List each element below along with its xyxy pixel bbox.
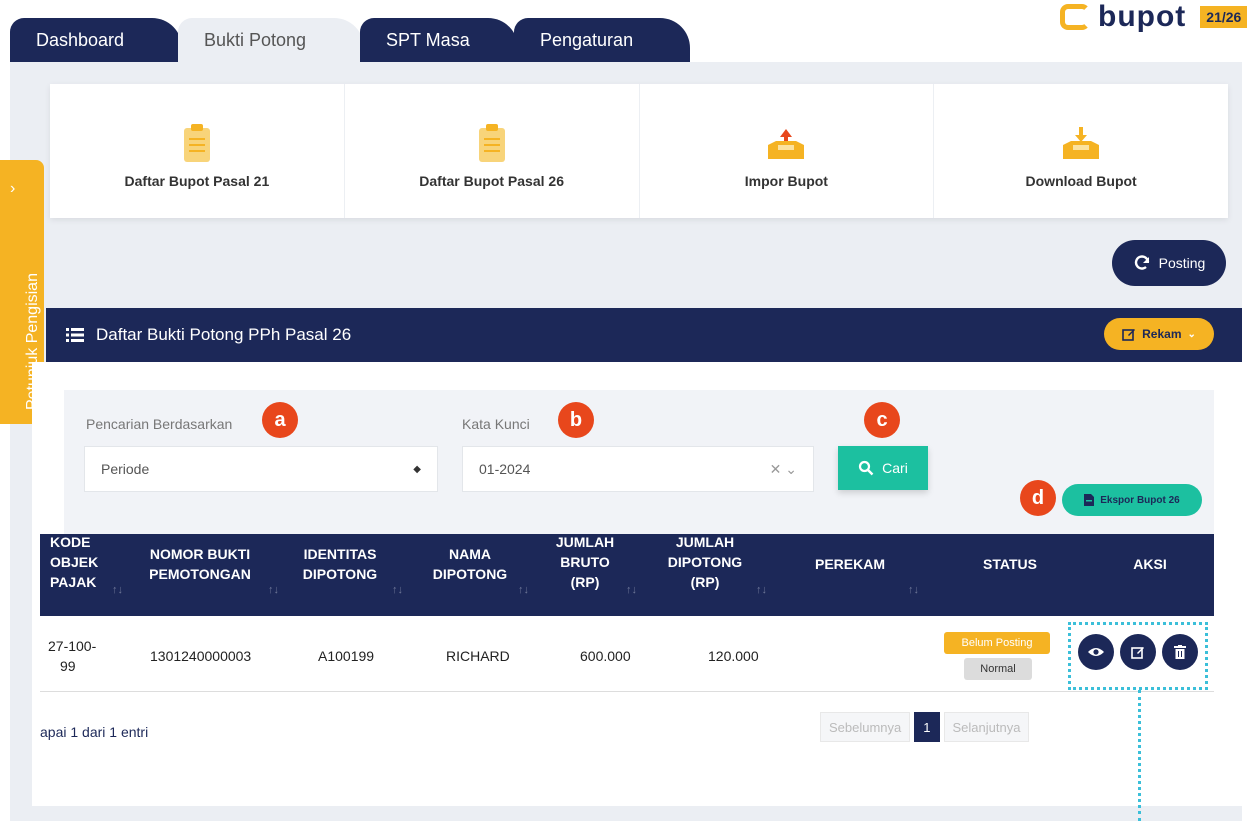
th-nama-dipotong[interactable]: NAMA DIPOTONG — [420, 544, 520, 584]
table-header: KODE OBJEK PAJAK ↑↓ NOMOR BUKTI PEMOTONGAN … — [40, 534, 1214, 616]
highlight-connector-line — [1138, 690, 1141, 821]
status-posting-badge: Belum Posting — [944, 632, 1050, 654]
cell-nomor-bukti: 1301240000003 — [150, 648, 252, 664]
sort-icon: ↑↓ — [626, 584, 637, 596]
prev-page-button[interactable]: Sebelumnya — [820, 712, 911, 742]
ekspor-bupot-button[interactable]: Ekspor Bupot 26 — [1062, 484, 1202, 516]
th-identitas-dipotong[interactable]: IDENTITAS DIPOTONG — [290, 544, 390, 584]
select-arrows-icon: ◆ — [413, 463, 421, 475]
search-icon — [859, 460, 874, 476]
card-impor-bupot[interactable]: Impor Bupot — [640, 84, 935, 218]
card-daftar-bupot-26[interactable]: Daftar Bupot Pasal 26 — [345, 84, 640, 218]
chevron-down-icon: ⌄ — [1187, 328, 1196, 340]
search-by-select[interactable]: Periode ◆ — [84, 446, 438, 492]
cell-bruto: 600.000 — [580, 648, 631, 664]
marker-d: d — [1020, 480, 1056, 516]
marker-a: a — [262, 402, 298, 438]
list-icon — [66, 328, 84, 342]
th-jumlah-dipotong[interactable]: JUMLAH DIPOTONG (RP) — [650, 532, 760, 592]
tab-pengaturan[interactable]: Pengaturan — [514, 18, 690, 62]
rekam-button[interactable]: Rekam ⌄ — [1104, 318, 1214, 350]
next-page-button[interactable]: Selanjutnya — [943, 712, 1030, 742]
tab-bukti-potong[interactable]: Bukti Potong — [178, 18, 364, 62]
logo-e-icon — [1060, 4, 1090, 30]
th-status: STATUS — [983, 556, 1037, 572]
sort-icon: ↑↓ — [268, 584, 279, 596]
download-tray-icon — [1059, 113, 1103, 163]
tab-dashboard[interactable]: Dashboard — [10, 18, 182, 62]
tab-spt-masa[interactable]: SPT Masa — [360, 18, 518, 62]
th-nomor-bukti[interactable]: NOMOR BUKTI PEMOTONGAN — [140, 544, 260, 584]
chevron-right-icon: › — [10, 180, 16, 197]
top-tabs: Dashboard Bukti Potong SPT Masa Pengatur… — [10, 18, 690, 62]
entries-info: apai 1 dari 1 entri — [40, 724, 149, 740]
list-title: Daftar Bukti Potong PPh Pasal 26 — [96, 325, 352, 344]
sort-icon: ↑↓ — [112, 584, 123, 596]
status-type-badge: Normal — [964, 658, 1032, 680]
clipboard-icon — [182, 113, 212, 163]
file-export-icon — [1084, 494, 1095, 506]
chevron-down-icon[interactable]: ⌄ — [785, 461, 797, 477]
th-jumlah-bruto[interactable]: JUMLAH BRUTO (RP) — [540, 532, 630, 592]
cari-button[interactable]: Cari — [838, 446, 928, 490]
refresh-icon — [1134, 255, 1149, 270]
th-aksi: AKSI — [1133, 556, 1167, 572]
cell-dipotong: 120.000 — [708, 648, 759, 664]
marker-c: c — [864, 402, 900, 438]
app-logo: bupot 21/26 — [1060, 0, 1248, 34]
sort-icon: ↑↓ — [392, 584, 403, 596]
posting-button[interactable]: Posting — [1112, 240, 1226, 286]
pagination: Sebelumnya 1 Selanjutnya — [820, 712, 1030, 742]
sort-icon: ↑↓ — [908, 584, 919, 596]
card-daftar-bupot-21[interactable]: Daftar Bupot Pasal 21 — [50, 84, 345, 218]
sort-icon: ↑↓ — [756, 584, 767, 596]
action-highlight-box — [1068, 622, 1208, 690]
keyword-select[interactable]: 01-2024 ✕ ⌄ — [462, 446, 814, 492]
logo-badge: 21/26 — [1200, 6, 1248, 28]
clear-icon[interactable]: ✕ — [770, 461, 782, 477]
clipboard-icon — [477, 113, 507, 163]
th-kode-objek-pajak[interactable]: KODE OBJEK PAJAK — [50, 532, 98, 592]
th-perekam[interactable]: PEREKAM — [800, 554, 900, 574]
list-header-bar: Daftar Bukti Potong PPh Pasal 26 Rekam ⌄ — [46, 308, 1242, 362]
menu-cards: Daftar Bupot Pasal 21 Daftar Bupot Pasal… — [50, 84, 1228, 218]
edit-icon — [1122, 329, 1136, 341]
keyword-label: Kata Kunci — [462, 416, 530, 432]
search-by-label: Pencarian Berdasarkan — [86, 416, 233, 432]
page-1-button[interactable]: 1 — [914, 712, 940, 742]
marker-b: b — [558, 402, 594, 438]
cell-identitas: A100199 — [318, 648, 375, 664]
logo-text: bupot — [1098, 0, 1187, 33]
upload-tray-icon — [764, 113, 808, 163]
sort-icon: ↑↓ — [518, 584, 529, 596]
cell-nama: RICHARD — [446, 648, 510, 664]
card-download-bupot[interactable]: Download Bupot — [934, 84, 1228, 218]
cell-kode-objek: 27-100- 99 — [48, 638, 97, 674]
